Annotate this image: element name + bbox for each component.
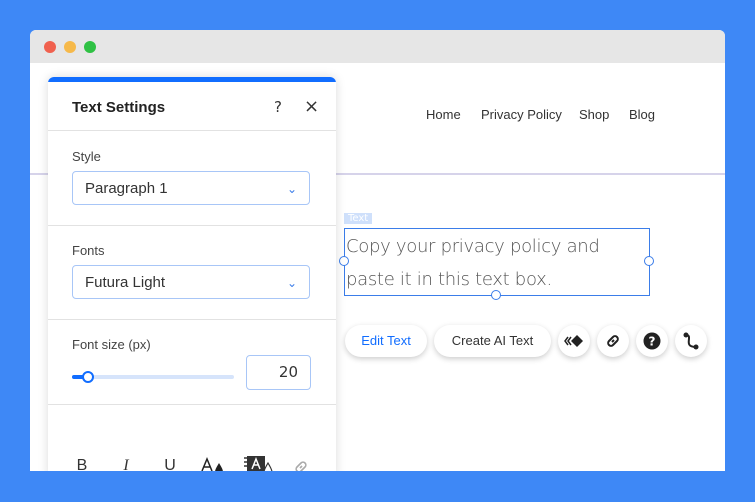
close-window-button[interactable] xyxy=(44,41,56,53)
element-type-label: Text xyxy=(344,213,373,224)
fonts-dropdown[interactable]: Futura Light ⌄ xyxy=(72,265,310,299)
panel-drag-bar[interactable] xyxy=(48,77,336,82)
bold-button[interactable]: B xyxy=(70,457,94,471)
resize-handle-bottom[interactable] xyxy=(491,290,501,300)
link-icon xyxy=(607,335,619,347)
italic-button[interactable]: I xyxy=(114,457,138,471)
underline-button[interactable]: U xyxy=(158,457,182,471)
connect-icon xyxy=(683,332,699,350)
divider xyxy=(48,319,336,320)
fonts-value: Futura Light xyxy=(85,274,166,291)
svg-text:?: ? xyxy=(649,335,656,349)
resize-handle-left[interactable] xyxy=(339,256,349,266)
edit-text-button[interactable]: Edit Text xyxy=(345,325,427,357)
nav-shop[interactable]: Shop xyxy=(579,107,609,122)
text-color-icon xyxy=(201,457,223,471)
help-icon: ? xyxy=(643,332,661,350)
animation-button[interactable] xyxy=(558,325,590,357)
divider xyxy=(48,130,336,131)
link-button[interactable] xyxy=(293,459,309,471)
connect-button[interactable] xyxy=(675,325,707,357)
close-icon[interactable]: × xyxy=(304,96,319,117)
minimize-window-button[interactable] xyxy=(64,41,76,53)
link-icon xyxy=(295,461,307,471)
nav-home[interactable]: Home xyxy=(426,107,461,122)
help-button[interactable]: ? xyxy=(636,325,668,357)
style-label: Style xyxy=(72,149,101,164)
highlight-icon xyxy=(244,456,273,471)
browser-window: Home Privacy Policy Shop Blog Text Copy … xyxy=(30,30,725,471)
title-bar xyxy=(30,30,725,63)
nav-blog[interactable]: Blog xyxy=(629,107,655,122)
divider xyxy=(48,404,336,405)
font-size-slider[interactable] xyxy=(72,371,234,383)
link-button[interactable] xyxy=(597,325,629,357)
divider xyxy=(48,225,336,226)
fonts-label: Fonts xyxy=(72,243,105,258)
animation-icon xyxy=(564,335,583,347)
panel-title: Text Settings xyxy=(72,99,166,116)
chevron-down-icon: ⌄ xyxy=(286,182,297,196)
text-color-button[interactable] xyxy=(201,457,227,471)
font-size-label: Font size (px) xyxy=(72,337,151,352)
resize-handle-right[interactable] xyxy=(644,256,654,266)
slider-handle[interactable] xyxy=(82,371,95,383)
nav-privacy-policy[interactable]: Privacy Policy xyxy=(481,107,562,122)
style-value: Paragraph 1 xyxy=(85,180,168,197)
chevron-down-icon: ⌄ xyxy=(286,276,297,290)
style-dropdown[interactable]: Paragraph 1 ⌄ xyxy=(72,171,310,205)
highlight-color-button[interactable] xyxy=(244,455,274,471)
text-settings-panel: Text Settings ? × Style Paragraph 1 ⌄ Fo… xyxy=(48,77,336,471)
font-size-input[interactable]: 20 xyxy=(246,355,311,390)
text-box-content[interactable]: Copy your privacy policy and paste it in… xyxy=(346,230,650,296)
create-ai-text-button[interactable]: Create AI Text xyxy=(434,325,551,357)
help-icon[interactable]: ? xyxy=(274,98,282,116)
maximize-window-button[interactable] xyxy=(84,41,96,53)
